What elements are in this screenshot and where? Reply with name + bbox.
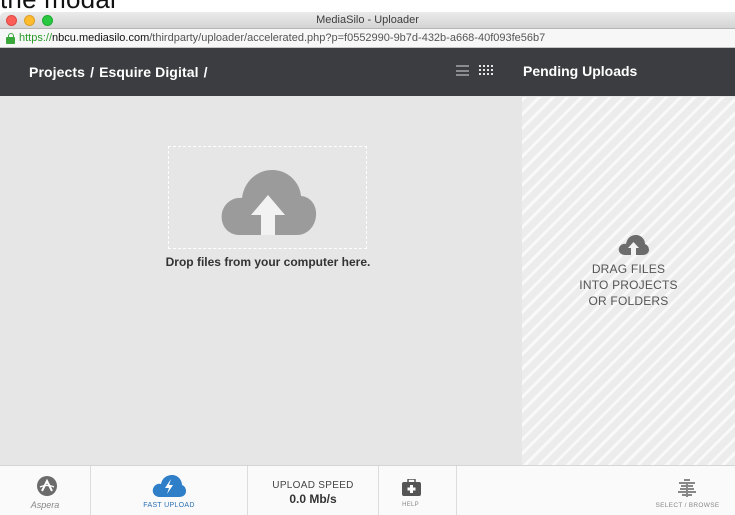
upload-speed-display: UPLOAD SPEED 0.0 Mb/s (248, 466, 379, 515)
window-title: MediaSilo - Uploader (316, 14, 419, 26)
url-scheme: https:// (19, 32, 53, 44)
select-browse-button[interactable]: SELECT / BROWSE (640, 466, 735, 515)
pending-uploads-panel: DRAG FILES INTO PROJECTS OR FOLDERS (522, 97, 735, 465)
drag-files-hint: DRAG FILES INTO PROJECTS OR FOLDERS (522, 261, 735, 309)
help-button[interactable]: HELP (379, 466, 457, 515)
aspera-button[interactable]: Aspera (0, 466, 91, 515)
app-header: Projects / Esquire Digital / Pending Upl… (0, 48, 735, 96)
upload-speed-label: UPLOAD SPEED (272, 480, 354, 491)
browser-window: MediaSilo - Uploader https:// nbcu.media… (0, 12, 735, 515)
aspera-label: Aspera (30, 500, 60, 510)
view-toggles (456, 65, 494, 76)
upload-speed-value: 0.0 Mb/s (289, 492, 337, 506)
breadcrumb-separator: / (203, 64, 208, 80)
browse-icon (677, 479, 697, 497)
help-label: HELP (402, 502, 419, 508)
fast-upload-label: FAST UPLOAD (143, 502, 195, 509)
pending-uploads-title: Pending Uploads (523, 63, 638, 79)
url-path: /thirdparty/uploader/accelerated.php?p=f… (149, 32, 546, 44)
cloud-upload-icon (618, 235, 649, 255)
hint-line: INTO PROJECTS (579, 278, 678, 292)
select-browse-label: SELECT / BROWSE (655, 502, 720, 509)
drop-instructions: Drop files from your computer here. (165, 255, 371, 269)
cloud-upload-icon (218, 161, 318, 236)
screen: the modal MediaSilo - Uploader https:// … (0, 0, 735, 515)
lock-icon (6, 32, 15, 44)
breadcrumb-projects[interactable]: Projects (29, 64, 85, 80)
hint-line: DRAG FILES (591, 262, 666, 276)
list-view-icon[interactable] (456, 65, 469, 76)
url-host: nbcu.mediasilo.com (52, 32, 150, 44)
footer-toolbar: Aspera FAST UPLOAD UPLOAD SPEED 0.0 Mb/s (0, 465, 735, 515)
aspera-icon (37, 476, 57, 496)
title-bar: MediaSilo - Uploader (0, 12, 735, 29)
breadcrumb: Projects / Esquire Digital / (0, 64, 208, 80)
address-bar[interactable]: https:// nbcu.mediasilo.com /thirdparty/… (0, 29, 735, 48)
fast-upload-button[interactable]: FAST UPLOAD (91, 466, 248, 515)
help-icon (402, 478, 421, 496)
hint-line: OR FOLDERS (588, 294, 669, 308)
breadcrumb-esquire-digital[interactable]: Esquire Digital (99, 64, 199, 80)
grid-view-icon[interactable] (479, 65, 494, 76)
breadcrumb-separator: / (90, 64, 95, 80)
fast-upload-icon (152, 475, 186, 497)
upload-area[interactable]: Drop files from your computer here. (0, 97, 522, 465)
